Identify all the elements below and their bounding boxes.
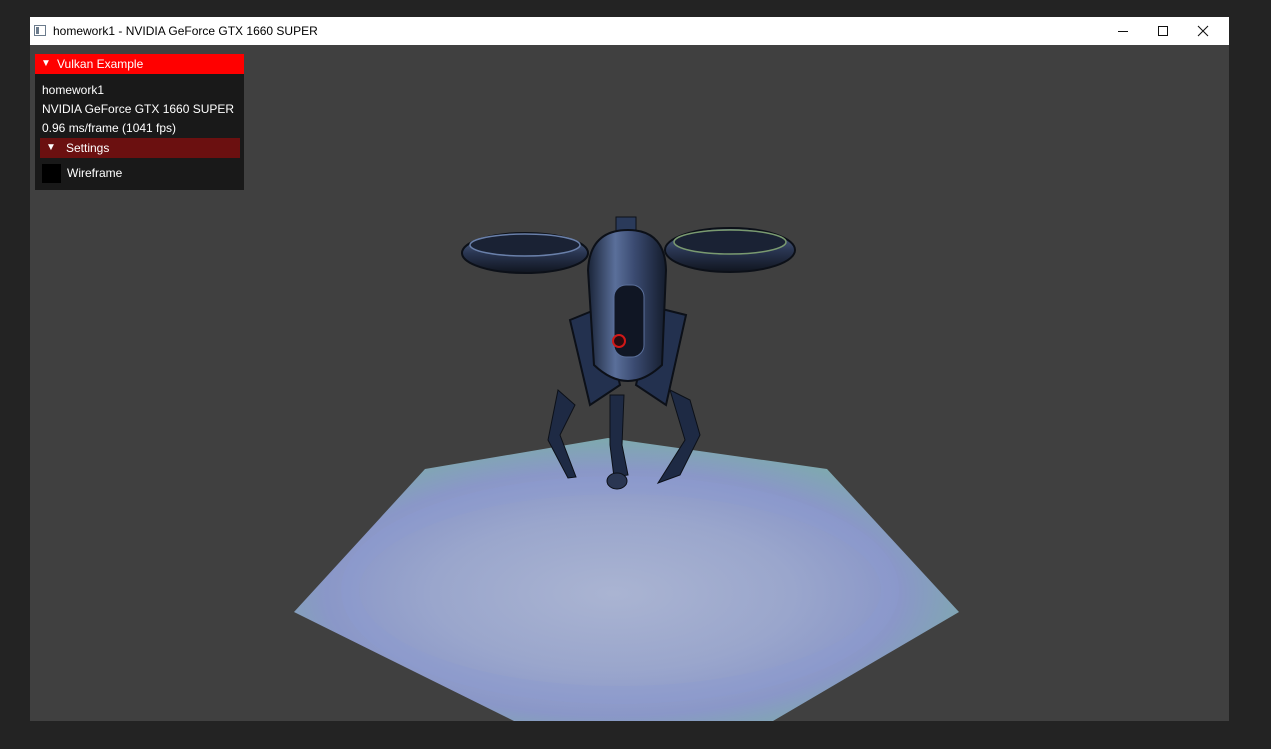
device-name: NVIDIA GeForce GTX 1660 SUPER (42, 102, 235, 116)
minimize-icon (1118, 31, 1128, 32)
collapse-triangle-icon[interactable]: ▼ (41, 58, 51, 69)
wireframe-label[interactable]: Wireframe (67, 166, 122, 180)
settings-header[interactable]: ▼ Settings (40, 138, 240, 158)
collapse-triangle-icon[interactable]: ▼ (46, 142, 56, 153)
frame-stats: 0.96 ms/frame (1041 fps) (42, 121, 177, 135)
maximize-icon (1158, 26, 1168, 36)
close-icon (1197, 25, 1209, 37)
imgui-overlay: ▼ Vulkan Example homework1 NVIDIA GeForc… (35, 54, 244, 190)
title-bar[interactable]: homework1 - NVIDIA GeForce GTX 1660 SUPE… (30, 17, 1229, 45)
render-viewport[interactable]: ▼ Vulkan Example homework1 NVIDIA GeForc… (30, 45, 1229, 721)
overlay-header[interactable]: ▼ Vulkan Example (35, 54, 244, 74)
app-name: homework1 (42, 83, 105, 97)
app-window: homework1 - NVIDIA GeForce GTX 1660 SUPE… (30, 17, 1229, 721)
app-icon (34, 25, 46, 36)
settings-header-label: Settings (66, 141, 110, 155)
overlay-header-label: Vulkan Example (57, 57, 144, 71)
close-button[interactable] (1180, 17, 1226, 45)
window-title: homework1 - NVIDIA GeForce GTX 1660 SUPE… (53, 24, 318, 38)
wireframe-checkbox[interactable] (42, 164, 61, 183)
